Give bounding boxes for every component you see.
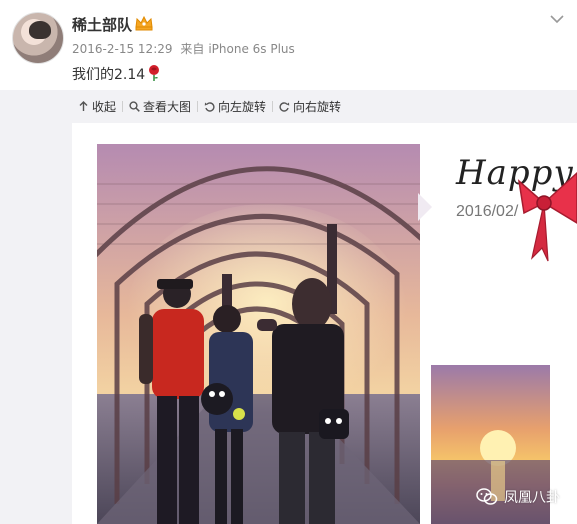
rotate-right-icon: [279, 101, 290, 112]
media-toolbar: 收起 查看大图 向左旋转 向右旋转: [72, 96, 347, 116]
ribbon-bow-icon: [517, 171, 577, 262]
avatar[interactable]: [12, 12, 64, 64]
post-source-device[interactable]: iPhone 6s Plus: [208, 42, 294, 56]
username[interactable]: 稀土部队: [72, 14, 132, 35]
rotate-left-label: 向左旋转: [218, 99, 267, 114]
chevron-down-icon[interactable]: [549, 14, 565, 24]
wechat-icon: [476, 488, 498, 505]
rotate-left-icon: [204, 101, 215, 112]
view-large-label: 查看大图: [143, 99, 192, 114]
photo-card[interactable]: Happy 2016/02/ 凤凰八卦: [72, 123, 577, 524]
watermark: 凤凰八卦: [476, 485, 560, 509]
search-icon: [129, 100, 140, 112]
post-body: 我们的2.14: [72, 67, 146, 83]
collage-notch: [418, 193, 432, 221]
rotate-left-button[interactable]: 向左旋转: [198, 98, 272, 115]
rotate-right-label: 向右旋转: [293, 99, 342, 114]
post-source-prefix: 来自: [180, 42, 205, 56]
post-meta: 2016-2-15 12:29 来自 iPhone 6s Plus: [72, 40, 299, 57]
post-text: 我们的2.14: [72, 64, 161, 84]
post-timestamp[interactable]: 2016-2-15 12:29: [72, 42, 173, 56]
collapse-label: 收起: [92, 99, 117, 114]
vip-crown-icon[interactable]: [134, 14, 154, 32]
rose-icon: [149, 65, 160, 81]
rotate-right-button[interactable]: 向右旋转: [273, 98, 347, 115]
media-area: 收起 查看大图 向左旋转 向右旋转 Happy 2016/02/ 凤凰八卦: [0, 90, 577, 524]
collapse-button[interactable]: 收起: [72, 98, 122, 115]
collapse-icon: [79, 100, 88, 111]
watermark-label: 凤凰八卦: [504, 490, 560, 506]
view-large-button[interactable]: 查看大图: [123, 98, 197, 115]
main-photo[interactable]: [97, 144, 420, 524]
post-header: 稀土部队 2016-2-15 12:29 来自 iPhone 6s Plus 我们…: [0, 0, 577, 90]
main-photo-illustration: [97, 144, 420, 524]
date-text: 2016/02/: [456, 203, 519, 220]
